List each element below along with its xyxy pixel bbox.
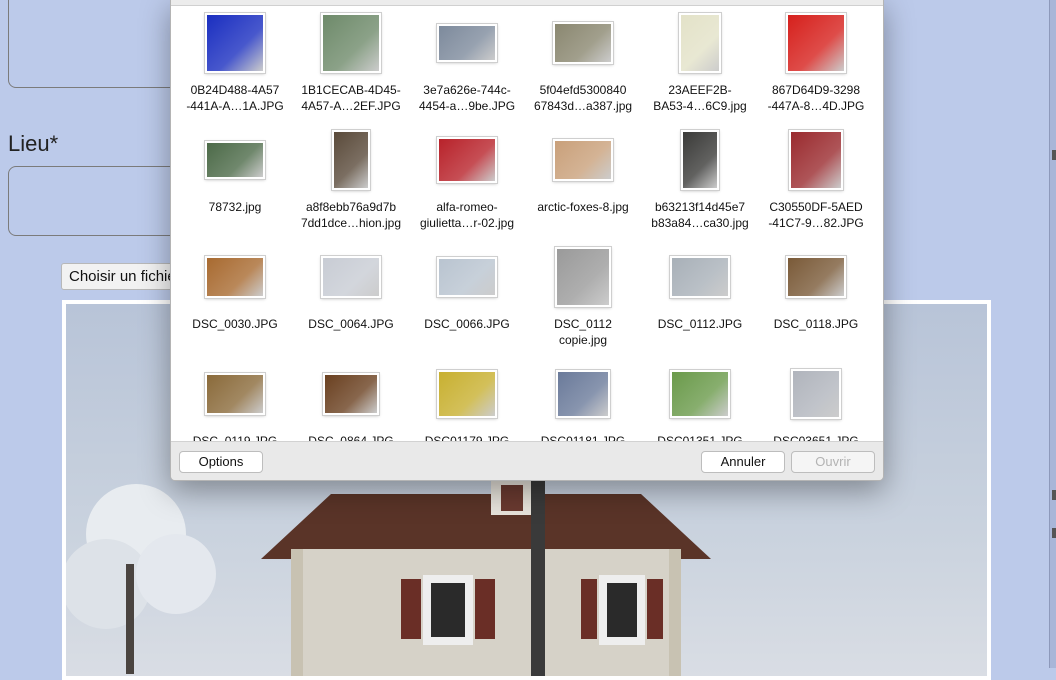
file-name: 867D64D9-3298 -447A-8…4D.JPG bbox=[767, 83, 865, 113]
scroll-marker bbox=[1052, 150, 1056, 160]
file-name: DSC_0112 copie.jpg bbox=[554, 317, 612, 347]
file-item[interactable]: 5f04efd5300840 67843d…a387.jpg bbox=[525, 12, 641, 128]
file-thumbnail bbox=[679, 13, 721, 73]
file-thumbnail bbox=[556, 370, 610, 418]
file-thumbnail bbox=[205, 373, 265, 415]
file-thumbnail bbox=[786, 13, 846, 73]
snowy-tree bbox=[66, 484, 216, 674]
options-button[interactable]: Options bbox=[179, 451, 263, 473]
file-thumbnail bbox=[205, 13, 265, 73]
file-name: 0B24D488-4A57 -441A-A…1A.JPG bbox=[186, 83, 284, 113]
file-thumbnail bbox=[553, 139, 613, 181]
file-item[interactable]: DSC_0112 copie.jpg bbox=[525, 246, 641, 362]
file-thumbnail bbox=[437, 370, 497, 418]
file-item[interactable]: 867D64D9-3298 -447A-8…4D.JPG bbox=[758, 12, 874, 128]
file-name: b63213f14d45e7 b83a84…ca30.jpg bbox=[651, 200, 749, 230]
file-item[interactable]: DSC01181.JPG bbox=[525, 363, 641, 442]
file-name: a8f8ebb76a9d7b 7dd1dce…hion.jpg bbox=[300, 200, 402, 230]
cancel-button[interactable]: Annuler bbox=[701, 451, 785, 473]
file-item[interactable]: DSC03651.JPG bbox=[758, 363, 874, 442]
scroll-marker bbox=[1052, 490, 1056, 500]
file-name: C30550DF-5AED -41C7-9…82.JPG bbox=[768, 200, 864, 230]
file-open-dialog: 0B24D488-4A57 -441A-A…1A.JPG 1B1CECAB-4D4… bbox=[170, 0, 884, 481]
file-item[interactable]: DSC_0064.JPG bbox=[293, 246, 409, 362]
file-name: 5f04efd5300840 67843d…a387.jpg bbox=[533, 83, 633, 113]
file-item[interactable]: DSC_0030.JPG bbox=[177, 246, 293, 362]
file-item[interactable]: 0B24D488-4A57 -441A-A…1A.JPG bbox=[177, 12, 293, 128]
scroll-marker bbox=[1052, 528, 1056, 538]
file-thumbnail bbox=[670, 370, 730, 418]
file-thumbnail bbox=[321, 256, 381, 298]
file-thumbnail bbox=[321, 13, 381, 73]
file-thumbnail bbox=[786, 256, 846, 298]
page-scrollbar[interactable] bbox=[1049, 0, 1056, 668]
file-item[interactable]: 3e7a626e-744c- 4454-a…9be.JPG bbox=[409, 12, 525, 128]
open-button[interactable]: Ouvrir bbox=[791, 451, 875, 473]
file-thumbnail bbox=[681, 130, 719, 190]
dialog-footer: Options Annuler Ouvrir bbox=[171, 441, 883, 480]
file-thumbnail bbox=[323, 373, 379, 415]
lieu-label: Lieu* bbox=[8, 131, 59, 156]
file-thumbnail bbox=[553, 22, 613, 64]
file-thumbnail bbox=[332, 130, 370, 190]
file-name: DSC_0066.JPG bbox=[424, 317, 510, 331]
file-thumbnail bbox=[437, 137, 497, 183]
file-item[interactable]: 23AEEF2B- BA53-4…6C9.jpg bbox=[642, 12, 758, 128]
file-name: 3e7a626e-744c- 4454-a…9be.JPG bbox=[418, 83, 516, 113]
file-item[interactable]: DSC01179.JPG bbox=[409, 363, 525, 442]
file-item[interactable]: b63213f14d45e7 b83a84…ca30.jpg bbox=[642, 129, 758, 245]
file-name: DSC_0112.JPG bbox=[657, 317, 743, 331]
file-name: arctic-foxes-8.jpg bbox=[537, 200, 629, 214]
file-name: 1B1CECAB-4D45- 4A57-A…2EF.JPG bbox=[301, 83, 401, 113]
file-item[interactable]: alfa-romeo- giulietta…r-02.jpg bbox=[409, 129, 525, 245]
file-thumbnail bbox=[555, 247, 611, 307]
file-thumbnail bbox=[437, 24, 497, 62]
file-name: alfa-romeo- giulietta…r-02.jpg bbox=[419, 200, 515, 230]
file-item[interactable]: DSC_0066.JPG bbox=[409, 246, 525, 362]
file-thumbnail bbox=[205, 141, 265, 179]
file-name: DSC_0064.JPG bbox=[308, 317, 394, 331]
file-item[interactable]: a8f8ebb76a9d7b 7dd1dce…hion.jpg bbox=[293, 129, 409, 245]
file-thumbnail bbox=[791, 369, 841, 419]
file-thumbnail bbox=[789, 130, 843, 190]
file-item[interactable]: 1B1CECAB-4D45- 4A57-A…2EF.JPG bbox=[293, 12, 409, 128]
file-item[interactable]: DSC_0118.JPG bbox=[758, 246, 874, 362]
file-name: 23AEEF2B- BA53-4…6C9.jpg bbox=[653, 83, 747, 113]
file-item[interactable]: C30550DF-5AED -41C7-9…82.JPG bbox=[758, 129, 874, 245]
file-name: DSC_0118.JPG bbox=[773, 317, 859, 331]
house-photo bbox=[261, 479, 711, 676]
text-field-top[interactable] bbox=[8, 0, 185, 88]
file-item[interactable]: DSC_0119.JPG bbox=[177, 363, 293, 442]
file-name: DSC_0030.JPG bbox=[192, 317, 278, 331]
file-thumbnail bbox=[437, 257, 497, 297]
lieu-field[interactable] bbox=[8, 166, 185, 236]
file-item[interactable]: DSC_0112.JPG bbox=[642, 246, 758, 362]
file-grid[interactable]: 0B24D488-4A57 -441A-A…1A.JPG 1B1CECAB-4D4… bbox=[171, 5, 883, 442]
file-name: 78732.jpg bbox=[208, 200, 262, 214]
file-item[interactable]: DSC_0864.JPG bbox=[293, 363, 409, 442]
file-item[interactable]: 78732.jpg bbox=[177, 129, 293, 245]
file-item[interactable]: arctic-foxes-8.jpg bbox=[525, 129, 641, 245]
file-thumbnail bbox=[670, 256, 730, 298]
file-item[interactable]: DSC01351.JPG bbox=[642, 363, 758, 442]
file-thumbnail bbox=[205, 256, 265, 298]
